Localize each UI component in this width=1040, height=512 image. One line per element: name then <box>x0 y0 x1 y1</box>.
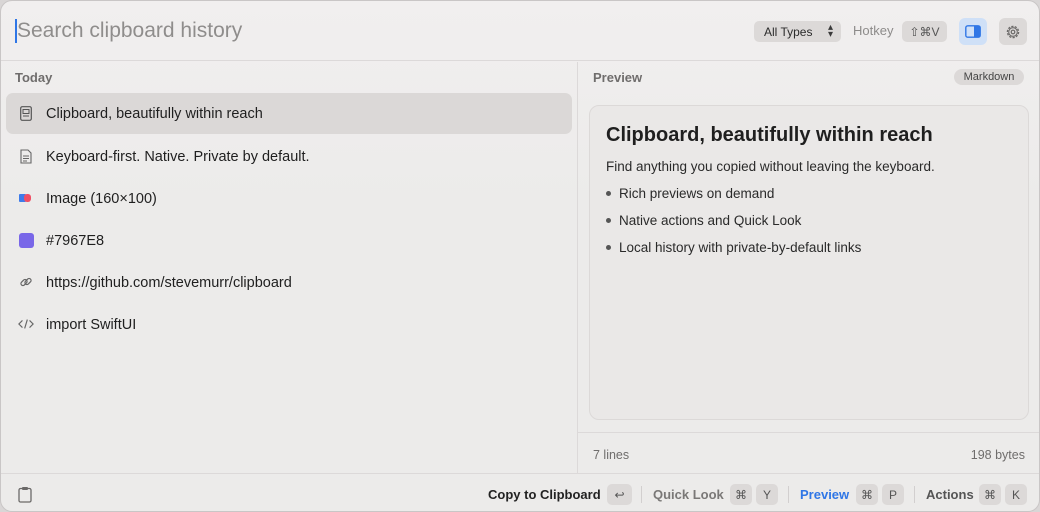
history-item-label: Clipboard, beautifully within reach <box>46 105 263 122</box>
byte-count: 198 bytes <box>970 448 1025 462</box>
sidebar-right-icon <box>965 25 981 38</box>
preview-bullet-text: Rich previews on demand <box>619 186 775 201</box>
preview-pane: Preview Markdown Clipboard, beautifully … <box>578 62 1039 473</box>
separator <box>914 486 915 503</box>
history-item-label: Keyboard-first. Native. Private by defau… <box>46 148 310 165</box>
bullet-dot <box>606 218 611 223</box>
preview-bullet-text: Local history with private-by-default li… <box>619 240 862 255</box>
link-icon <box>18 274 34 290</box>
line-count: 7 lines <box>593 448 630 462</box>
command-key: ⌘ <box>856 484 878 505</box>
preview-paragraph: Find anything you copied without leaving… <box>606 159 935 174</box>
section-title: Today <box>15 70 53 85</box>
bullet-dot <box>606 191 611 196</box>
preview-card: Clipboard, beautifully within reach Find… <box>589 105 1029 420</box>
history-item[interactable]: Keyboard-first. Native. Private by defau… <box>6 136 572 177</box>
gear-icon <box>1006 25 1020 38</box>
y-key: Y <box>756 484 778 505</box>
type-filter-value: All Types <box>764 24 813 39</box>
chevron-updown-icon: ▴ ▾ <box>827 22 833 40</box>
hotkey-value: ⇧⌘V <box>909 24 940 39</box>
history-item[interactable]: #7967E8 <box>6 220 572 261</box>
history-item-label: Image (160×100) <box>46 190 157 207</box>
settings-button[interactable] <box>999 18 1027 45</box>
clipboard-window: Search clipboard history All Types ▴ ▾ Ho… <box>0 0 1040 512</box>
preview-toggle-button[interactable] <box>959 18 987 45</box>
hotkey-label: Hotkey <box>853 23 894 38</box>
image-icon <box>18 190 34 206</box>
history-item[interactable]: Image (160×100) <box>6 178 572 219</box>
preview-action-button[interactable]: Preview <box>800 487 849 502</box>
history-item[interactable]: import SwiftUI <box>6 304 572 345</box>
preview-bullet-text: Native actions and Quick Look <box>619 213 802 228</box>
search-placeholder: Search clipboard history <box>17 19 243 42</box>
preview-heading: Clipboard, beautifully within reach <box>606 124 933 146</box>
history-item-label: #7967E8 <box>46 232 105 249</box>
actions-button[interactable]: Actions <box>926 487 974 502</box>
search-header: Search clipboard history All Types ▴ ▾ Ho… <box>1 1 1039 61</box>
return-key: ↩ <box>607 484 632 505</box>
preview-bullet: Local history with private-by-default li… <box>606 240 861 255</box>
history-item-label: import SwiftUI <box>46 316 137 333</box>
quick-look-button[interactable]: Quick Look <box>653 487 724 502</box>
preview-bullet: Rich previews on demand <box>606 186 774 201</box>
document-icon <box>18 148 34 164</box>
format-badge: Markdown <box>954 69 1024 85</box>
document-rich-icon <box>18 105 34 121</box>
p-key: P <box>882 484 904 505</box>
preview-bullet: Native actions and Quick Look <box>606 213 801 228</box>
command-key: ⌘ <box>730 484 752 505</box>
separator <box>641 486 642 503</box>
type-filter-select[interactable]: All Types ▴ ▾ <box>754 21 841 42</box>
preview-footer: 7 lines 198 bytes <box>578 432 1039 473</box>
separator <box>788 486 789 503</box>
action-bar: Copy to Clipboard ↩ Quick Look ⌘ Y Previ… <box>1 473 1039 511</box>
color-swatch-icon <box>18 232 34 248</box>
history-item-label: https://github.com/stevemurr/clipboard <box>46 274 292 291</box>
command-key: ⌘ <box>979 484 1001 505</box>
code-icon <box>18 316 34 332</box>
history-item[interactable]: https://github.com/stevemurr/clipboard <box>6 262 572 303</box>
copy-to-clipboard-button[interactable]: Copy to Clipboard <box>488 487 601 502</box>
preview-title: Preview <box>593 70 643 85</box>
hotkey-chip[interactable]: ⇧⌘V <box>902 21 947 42</box>
k-key: K <box>1005 484 1027 505</box>
search-input[interactable]: Search clipboard history <box>15 15 715 47</box>
clipboard-icon <box>18 486 32 508</box>
bullet-dot <box>606 245 611 250</box>
history-item[interactable]: Clipboard, beautifully within reach <box>6 93 572 134</box>
history-list: Today Clipboard, beautifully within reac… <box>1 62 578 473</box>
